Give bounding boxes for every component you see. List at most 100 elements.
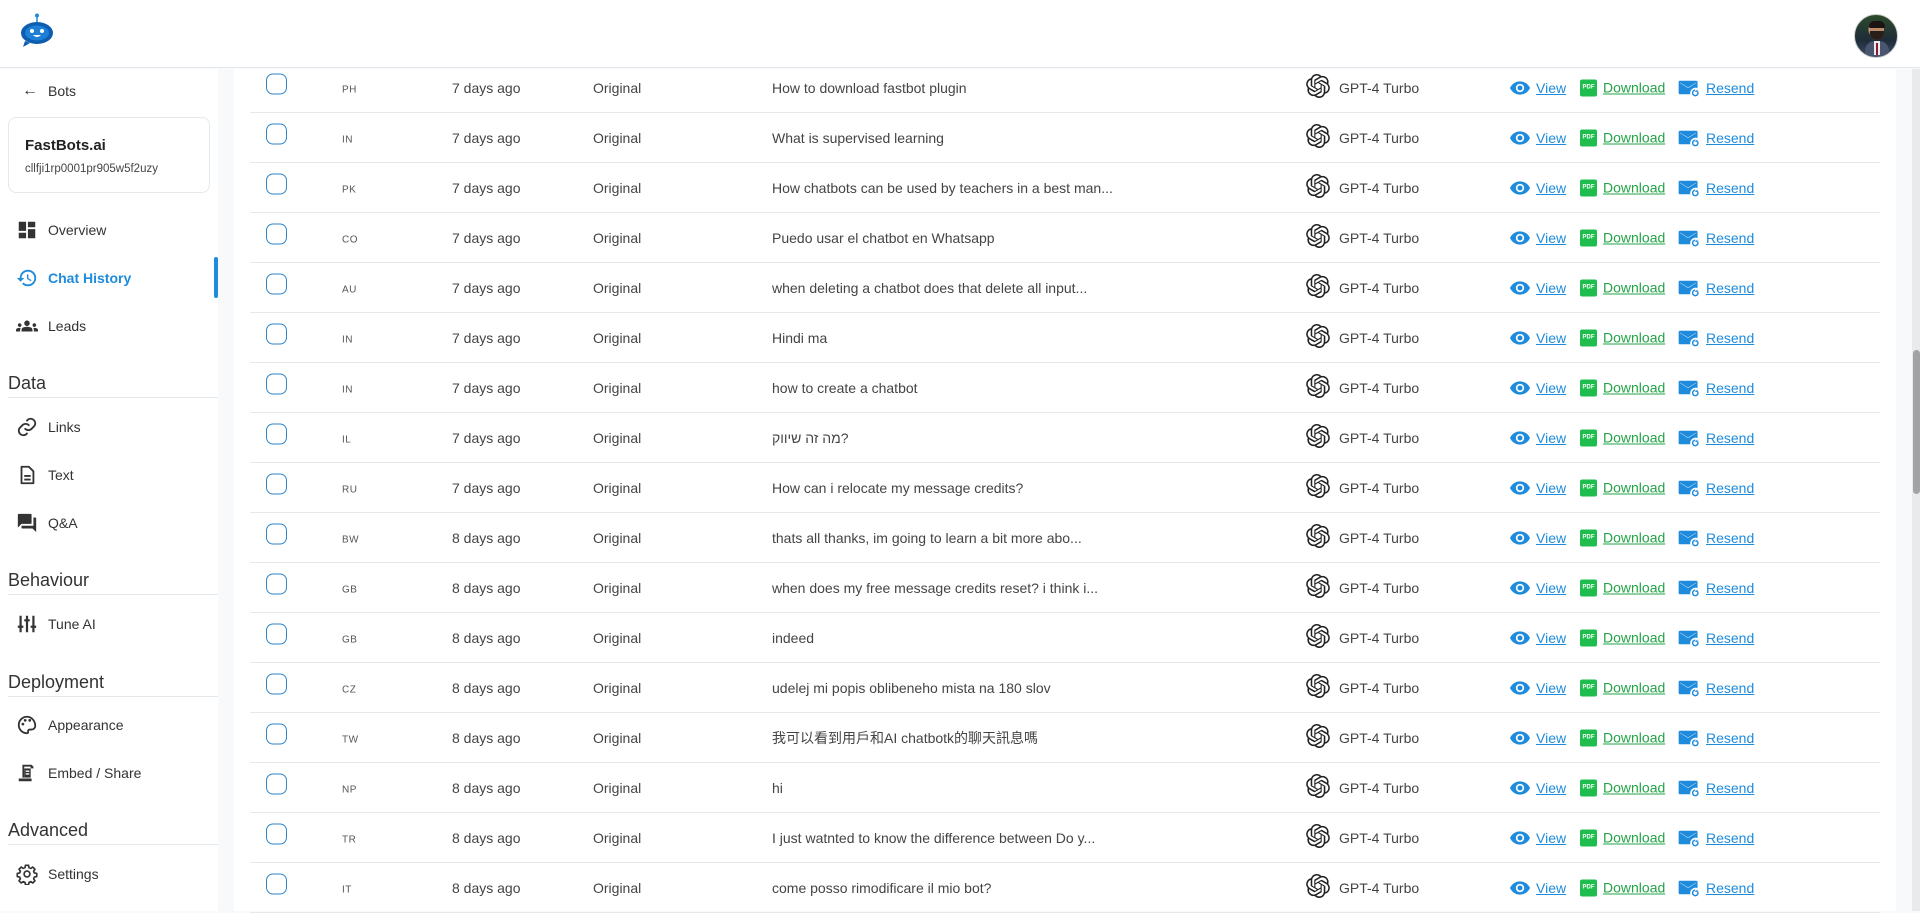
resend-button[interactable]: Resend [1678,329,1754,347]
download-button[interactable]: PDF Download [1580,79,1665,96]
download-button[interactable]: PDF Download [1580,579,1665,596]
table-row[interactable]: CO 7 days ago Original Puedo usar el cha… [250,213,1880,263]
first-message[interactable]: What is supervised learning [772,130,944,146]
view-link[interactable]: View [1536,130,1566,146]
resend-button[interactable]: Resend [1678,129,1754,147]
view-link[interactable]: View [1536,780,1566,796]
resend-button[interactable]: Resend [1678,529,1754,547]
table-row[interactable]: GB 8 days ago Original when does my free… [250,563,1880,613]
view-button[interactable]: View [1510,80,1566,96]
view-link[interactable]: View [1536,830,1566,846]
view-link[interactable]: View [1536,80,1566,96]
download-link[interactable]: Download [1603,280,1665,296]
table-row[interactable]: IN 7 days ago Original how to create a c… [250,363,1880,413]
resend-link[interactable]: Resend [1706,630,1754,646]
download-link[interactable]: Download [1603,680,1665,696]
fastbots-logo[interactable] [19,13,55,49]
resend-link[interactable]: Resend [1706,280,1754,296]
row-checkbox[interactable] [266,223,287,244]
download-link[interactable]: Download [1603,230,1665,246]
user-avatar[interactable] [1854,14,1898,58]
resend-button[interactable]: Resend [1678,679,1754,697]
sidebar-item-links[interactable]: Links [16,415,81,439]
table-row[interactable]: CZ 8 days ago Original udelej mi popis o… [250,663,1880,713]
table-row[interactable]: NP 8 days ago Original hi GPT-4 Turbo Vi… [250,763,1880,813]
table-row[interactable]: TW 8 days ago Original 我可以看到用戶和AI chatbo… [250,713,1880,763]
download-button[interactable]: PDF Download [1580,879,1665,896]
download-button[interactable]: PDF Download [1580,429,1665,446]
resend-link[interactable]: Resend [1706,580,1754,596]
view-button[interactable]: View [1510,130,1566,146]
download-link[interactable]: Download [1603,530,1665,546]
resend-button[interactable]: Resend [1678,429,1754,447]
resend-button[interactable]: Resend [1678,179,1754,197]
first-message[interactable]: I just watnted to know the difference be… [772,830,1095,846]
resend-link[interactable]: Resend [1706,180,1754,196]
view-link[interactable]: View [1536,680,1566,696]
row-checkbox[interactable] [266,473,287,494]
row-checkbox[interactable] [266,373,287,394]
resend-button[interactable]: Resend [1678,729,1754,747]
view-button[interactable]: View [1510,480,1566,496]
download-button[interactable]: PDF Download [1580,179,1665,196]
table-row[interactable]: AU 7 days ago Original when deleting a c… [250,263,1880,313]
view-link[interactable]: View [1536,580,1566,596]
view-link[interactable]: View [1536,730,1566,746]
resend-link[interactable]: Resend [1706,80,1754,96]
view-link[interactable]: View [1536,630,1566,646]
resend-link[interactable]: Resend [1706,480,1754,496]
download-link[interactable]: Download [1603,330,1665,346]
first-message[interactable]: Puedo usar el chatbot en Whatsapp [772,230,995,246]
first-message[interactable]: when does my free message credits reset?… [772,580,1098,596]
download-link[interactable]: Download [1603,730,1665,746]
view-button[interactable]: View [1510,830,1566,846]
sidebar-item-text[interactable]: Text [16,463,74,487]
download-button[interactable]: PDF Download [1580,779,1665,796]
resend-link[interactable]: Resend [1706,230,1754,246]
row-checkbox[interactable] [266,173,287,194]
scrollbar-thumb[interactable] [1913,350,1920,494]
resend-button[interactable]: Resend [1678,279,1754,297]
sidebar-item-overview[interactable]: Overview [16,218,106,242]
download-link[interactable]: Download [1603,580,1665,596]
first-message[interactable]: udelej mi popis oblibeneho mista na 180 … [772,680,1051,696]
first-message[interactable]: when deleting a chatbot does that delete… [772,280,1087,296]
table-row[interactable]: PK 7 days ago Original How chatbots can … [250,163,1880,213]
download-link[interactable]: Download [1603,830,1665,846]
view-link[interactable]: View [1536,880,1566,896]
download-link[interactable]: Download [1603,80,1665,96]
table-row[interactable]: IL 7 days ago Original מה זה שיווק? GPT-… [250,413,1880,463]
download-link[interactable]: Download [1603,880,1665,896]
download-button[interactable]: PDF Download [1580,529,1665,546]
download-link[interactable]: Download [1603,180,1665,196]
first-message[interactable]: מה זה שיווק? [772,430,849,446]
view-link[interactable]: View [1536,430,1566,446]
table-row[interactable]: TR 8 days ago Original I just watnted to… [250,813,1880,863]
first-message[interactable]: come posso rimodificare il mio bot? [772,880,991,896]
view-button[interactable]: View [1510,180,1566,196]
table-row[interactable]: IN 7 days ago Original Hindi ma GPT-4 Tu… [250,313,1880,363]
sidebar-item-qa[interactable]: Q&A [16,511,78,535]
resend-link[interactable]: Resend [1706,330,1754,346]
view-button[interactable]: View [1510,380,1566,396]
download-button[interactable]: PDF Download [1580,279,1665,296]
resend-link[interactable]: Resend [1706,430,1754,446]
view-button[interactable]: View [1510,430,1566,446]
sidebar-item-leads[interactable]: Leads [16,314,86,338]
resend-link[interactable]: Resend [1706,730,1754,746]
first-message[interactable]: 我可以看到用戶和AI chatbotk的聊天訊息嗎 [772,728,1038,748]
row-checkbox[interactable] [266,873,287,894]
row-checkbox[interactable] [266,523,287,544]
table-row[interactable]: BW 8 days ago Original thats all thanks,… [250,513,1880,563]
resend-button[interactable]: Resend [1678,79,1754,97]
view-link[interactable]: View [1536,230,1566,246]
row-checkbox[interactable] [266,323,287,344]
row-checkbox[interactable] [266,73,287,94]
resend-button[interactable]: Resend [1678,779,1754,797]
sidebar-item-embed-share[interactable]: Embed / Share [16,761,141,785]
sidebar-item-appearance[interactable]: Appearance [16,713,124,737]
view-link[interactable]: View [1536,530,1566,546]
row-checkbox[interactable] [266,273,287,294]
row-checkbox[interactable] [266,423,287,444]
sidebar-item-tune-ai[interactable]: Tune AI [16,612,96,636]
